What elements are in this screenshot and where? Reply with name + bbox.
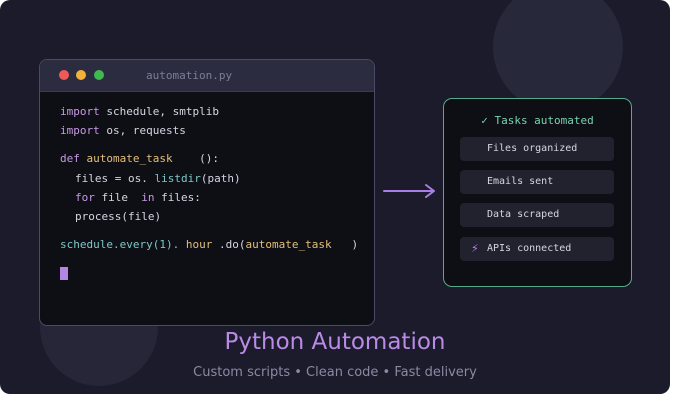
code-keyword: def xyxy=(60,152,80,165)
code-text: os, requests xyxy=(99,124,186,137)
code-keyword: in xyxy=(141,191,155,204)
editor-filename: automation.py xyxy=(146,69,233,82)
task-label: Data scraped xyxy=(487,209,560,220)
minimize-window-dot-icon[interactable] xyxy=(76,70,86,80)
arrow-right-icon xyxy=(383,184,435,198)
text-cursor xyxy=(60,267,68,280)
code-keyword: import xyxy=(60,124,100,137)
code-line: files = os. listdir(path) xyxy=(75,172,241,186)
task-label: APIs connected xyxy=(487,243,572,254)
task-item-apis-connected: ⚡ APIs connected xyxy=(460,237,614,261)
task-label: Files organized xyxy=(487,143,578,154)
code-function-name: automate_task xyxy=(245,238,332,251)
tasks-header: ✓ Tasks automated xyxy=(481,114,594,127)
code-text: file xyxy=(94,191,135,204)
close-window-dot-icon[interactable] xyxy=(59,70,69,80)
code-text: schedule, smtplib xyxy=(99,105,219,118)
code-text: (path) xyxy=(200,172,241,185)
task-item-emails-sent: Emails sent xyxy=(460,170,614,194)
code-line: process(file) xyxy=(75,210,161,224)
code-line: def automate_task (): xyxy=(60,152,219,166)
code-keyword: for xyxy=(75,191,95,204)
code-text: ) xyxy=(351,238,359,251)
tasks-panel: ✓ Tasks automated Files organized Emails… xyxy=(443,98,632,287)
code-editor-window: automation.py import schedule, smtplib i… xyxy=(39,59,375,326)
code-text: .do( xyxy=(212,238,246,251)
task-label: Emails sent xyxy=(487,176,554,187)
hero-card: automation.py import schedule, smtplib i… xyxy=(0,0,670,394)
code-text: (): xyxy=(199,152,219,165)
code-text: process(file) xyxy=(75,210,162,223)
task-item-data-scraped: Data scraped xyxy=(460,203,614,227)
code-text: files: xyxy=(154,191,201,204)
code-call: schedule.every(1). xyxy=(60,238,186,251)
lightning-icon: ⚡ xyxy=(471,242,479,255)
code-line: import os, requests xyxy=(60,124,186,138)
maximize-window-dot-icon[interactable] xyxy=(94,70,104,80)
code-function-name: hour xyxy=(185,238,213,251)
code-keyword: import xyxy=(60,105,100,118)
editor-titlebar: automation.py xyxy=(40,60,374,92)
code-text: files = os. xyxy=(75,172,155,185)
code-line: schedule.every(1). hour .do(automate_tas… xyxy=(60,238,358,252)
task-item-files-organized: Files organized xyxy=(460,137,614,161)
code-line: import schedule, smtplib xyxy=(60,105,219,119)
code-line: for file in files: xyxy=(75,191,201,205)
code-call: listdir xyxy=(154,172,201,185)
page-subtitle: Custom scripts • Clean code • Fast deliv… xyxy=(193,365,477,380)
page-title: Python Automation xyxy=(224,329,446,355)
decorative-circle-top-right xyxy=(493,0,623,112)
code-function-name: automate_task xyxy=(86,152,173,165)
